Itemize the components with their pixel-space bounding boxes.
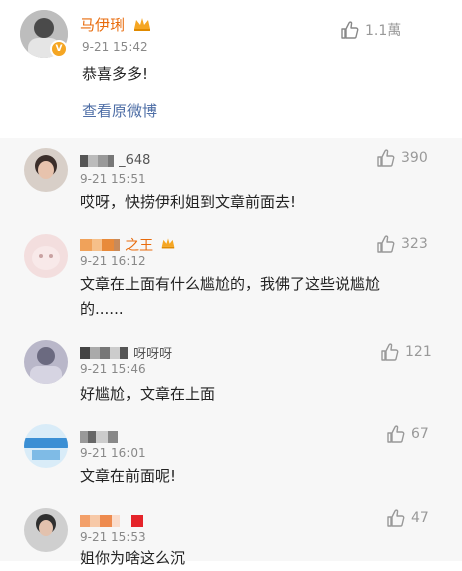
avatar-image	[24, 340, 68, 384]
like-button[interactable]: 67	[386, 424, 429, 444]
thumbs-up-icon	[387, 425, 405, 443]
avatar[interactable]	[24, 234, 68, 278]
user-name[interactable]: 马伊琍	[80, 14, 151, 36]
featured-comment: V 马伊琍 9-21 15:42 1.1萬 恭喜多多! 查看原微博	[0, 0, 462, 139]
comment-text-continued: 的......	[80, 300, 124, 318]
comment-text: 好尴尬，文章在上面	[80, 385, 216, 403]
like-count: 390	[401, 150, 428, 166]
user-name[interactable]	[80, 426, 118, 443]
user-name[interactable]: 呀呀呀	[80, 342, 172, 362]
avatar[interactable]	[24, 424, 68, 468]
timestamp: 9-21 15:46	[80, 362, 146, 376]
like-count: 121	[405, 344, 432, 360]
avatar[interactable]	[24, 340, 68, 384]
timestamp: 9-21 16:01	[80, 446, 146, 460]
verified-badge-icon: V	[50, 40, 68, 58]
crown-icon	[161, 235, 175, 254]
user-name-suffix: 之王	[125, 237, 154, 254]
like-button[interactable]: 121	[380, 342, 432, 362]
comment-text: 恭喜多多!	[82, 65, 149, 83]
timestamp: 9-21 15:53	[80, 530, 146, 544]
timestamp: 9-21 15:42	[82, 40, 148, 54]
user-name-suffix: 呀呀呀	[133, 347, 173, 362]
like-button[interactable]: 390	[376, 148, 428, 168]
comment-text: 姐你为啥这么沉	[80, 549, 186, 567]
user-name[interactable]: 之王	[80, 234, 175, 254]
view-original-link[interactable]: 查看原微博	[82, 100, 157, 121]
thumbs-up-icon	[341, 21, 359, 39]
avatar-image	[24, 508, 68, 552]
like-count: 323	[401, 236, 428, 252]
user-name[interactable]: _648	[80, 150, 150, 168]
like-button[interactable]: 323	[376, 234, 428, 254]
comment-text: 文章在上面有什么尴尬的，我佛了这些说尴尬	[80, 275, 381, 293]
avatar-image	[24, 148, 68, 192]
like-button[interactable]: 1.1萬	[340, 20, 401, 40]
thumbs-up-icon	[377, 149, 395, 167]
thumbs-up-icon	[381, 343, 399, 361]
avatar-image	[24, 424, 68, 468]
thumbs-up-icon	[377, 235, 395, 253]
like-count: 47	[411, 510, 429, 526]
like-count: 1.1萬	[365, 23, 402, 39]
comment-text: 文章在前面呢!	[80, 467, 177, 485]
user-name-suffix: _648	[119, 153, 151, 168]
timestamp: 9-21 15:51	[80, 172, 146, 186]
timestamp: 9-21 16:12	[80, 254, 146, 268]
user-name[interactable]	[80, 510, 144, 527]
like-count: 67	[411, 426, 429, 442]
avatar[interactable]	[24, 148, 68, 192]
comment-list: _648 9-21 15:51 390 哎呀，快捞伊利姐到文章前面去! 之王 9…	[0, 138, 462, 567]
comment-text: 哎呀，快捞伊利姐到文章前面去!	[80, 193, 297, 211]
like-button[interactable]: 47	[386, 508, 429, 528]
thumbs-up-icon	[387, 509, 405, 527]
avatar[interactable]	[24, 508, 68, 552]
crown-icon	[133, 16, 151, 36]
avatar-image	[24, 234, 68, 278]
